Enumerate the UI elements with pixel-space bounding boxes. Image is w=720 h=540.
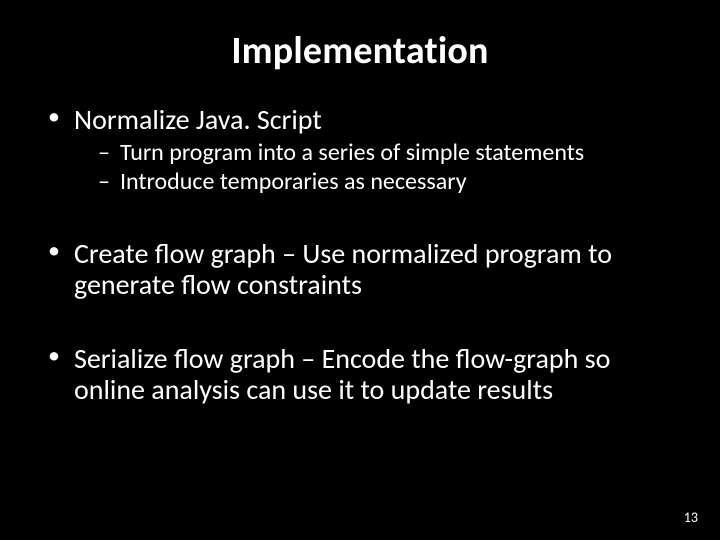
sub-bullet-text: Introduce temporaries as necessary <box>120 167 467 196</box>
sub-bullet-list: Turn program into a series of simple sta… <box>74 139 674 196</box>
sub-bullet-item: Introduce temporaries as necessary <box>98 168 674 196</box>
bullet-text: Serialize flow graph – Encode the flow-g… <box>74 341 610 407</box>
slide-title: Implementation <box>46 28 674 74</box>
bullet-list: Normalize Java. Script Turn program into… <box>46 104 674 405</box>
bullet-text: Normalize Java. Script <box>74 102 322 137</box>
page-number: 13 <box>684 509 698 526</box>
bullet-item: Create flow graph – Use normalized progr… <box>46 238 674 301</box>
bullet-item: Normalize Java. Script Turn program into… <box>46 104 674 196</box>
sub-bullet-text: Turn program into a series of simple sta… <box>120 138 584 167</box>
slide: Implementation Normalize Java. Script Tu… <box>0 0 720 540</box>
bullet-text: Create flow graph – Use normalized progr… <box>74 236 612 302</box>
sub-bullet-item: Turn program into a series of simple sta… <box>98 139 674 167</box>
bullet-item: Serialize flow graph – Encode the flow-g… <box>46 343 674 406</box>
